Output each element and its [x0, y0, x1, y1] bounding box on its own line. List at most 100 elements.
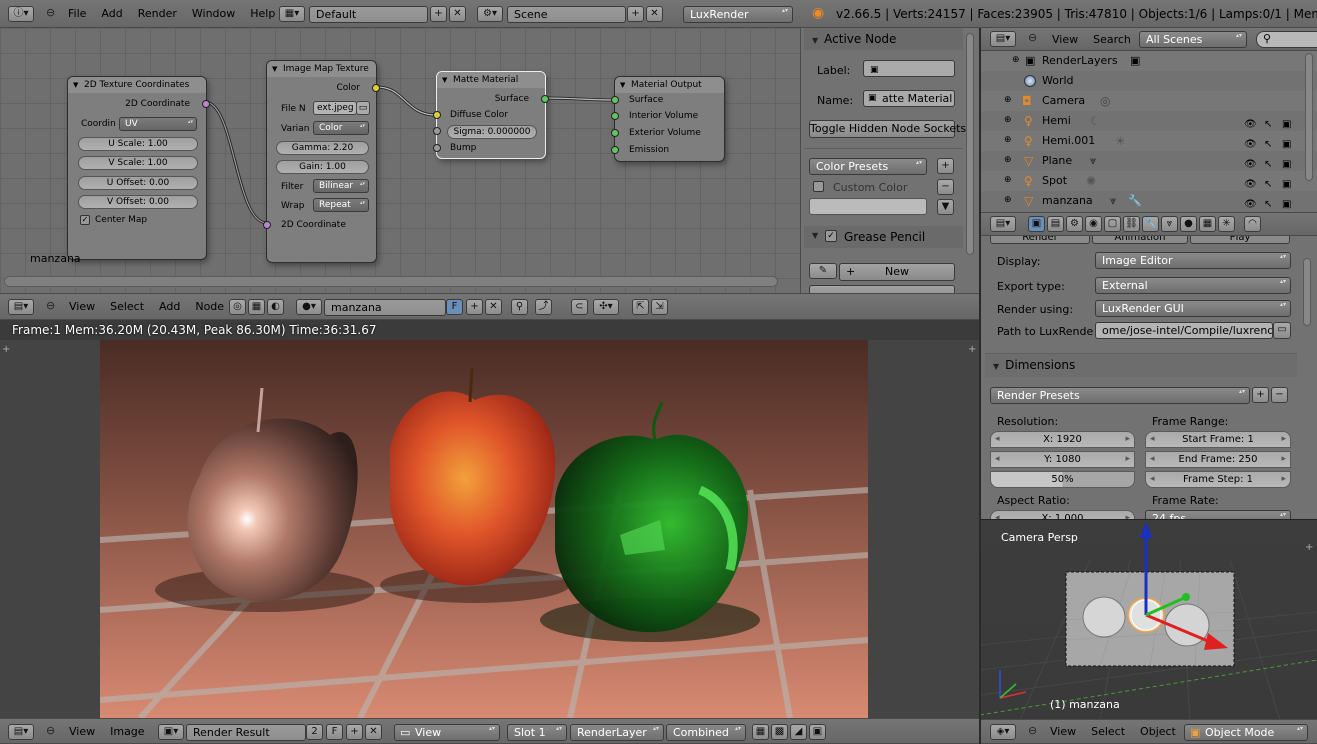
- render-presets-dropdown[interactable]: Render Presets: [990, 387, 1250, 404]
- wrap-dropdown[interactable]: Repeat: [313, 198, 369, 212]
- users-count[interactable]: 2: [306, 724, 323, 740]
- input-socket-surface[interactable]: [611, 96, 619, 104]
- scene-icon[interactable]: ⚙▾: [477, 6, 503, 22]
- select-arrow-icon[interactable]: ↖: [1264, 179, 1272, 190]
- collapse-menu-icon[interactable]: ⊖: [1028, 31, 1037, 44]
- select-arrow-icon[interactable]: ↖: [1264, 199, 1272, 210]
- region-plus-icon[interactable]: +: [968, 344, 976, 355]
- pencil-icon[interactable]: ✎: [809, 263, 837, 279]
- input-socket-interior-volume[interactable]: [611, 112, 619, 120]
- input-socket-2d-coordinate[interactable]: [263, 221, 271, 229]
- rgba-display-icon[interactable]: ▦: [752, 724, 769, 740]
- expand-icon[interactable]: ⊕: [1004, 90, 1012, 110]
- new-grease-button[interactable]: + New: [839, 263, 955, 281]
- tab-texture-icon[interactable]: ▦: [1199, 216, 1216, 232]
- fake-user-button[interactable]: F: [326, 724, 343, 740]
- select-arrow-icon[interactable]: ↖: [1264, 119, 1272, 130]
- menu-search[interactable]: Search: [1093, 33, 1131, 46]
- node-image-map-texture[interactable]: Image Map Texture Color File N ext.jpeg …: [263, 60, 380, 263]
- properties-type-icon[interactable]: ▤▾: [990, 216, 1016, 232]
- properties-scrollbar[interactable]: [1303, 258, 1311, 326]
- menu-window[interactable]: Window: [192, 7, 235, 20]
- input-socket-exterior-volume[interactable]: [611, 129, 619, 137]
- expand-icon[interactable]: ⊕: [1004, 190, 1012, 210]
- outliner-scrollbar[interactable]: [1305, 53, 1313, 181]
- expand-icon[interactable]: ⊕: [1004, 130, 1012, 150]
- collapse-menu-icon[interactable]: ⊖: [46, 299, 55, 312]
- render-using-dropdown[interactable]: LuxRender GUI: [1095, 300, 1291, 317]
- alpha-display-icon[interactable]: ▩: [771, 724, 788, 740]
- tab-constraints-icon[interactable]: ⛓: [1123, 216, 1140, 232]
- v-scale-field[interactable]: V Scale: 1.00: [78, 156, 198, 170]
- select-arrow-icon[interactable]: ↖: [1264, 159, 1272, 170]
- area-divider-vertical[interactable]: [979, 28, 981, 744]
- node-matte-material[interactable]: Matte Material Surface Diffuse Color Sig…: [433, 71, 549, 159]
- material-name-field[interactable]: manzana: [324, 299, 446, 316]
- frame-rate-dropdown[interactable]: 24 fps: [1145, 510, 1291, 519]
- texture-nodes-icon[interactable]: ▦: [248, 299, 265, 315]
- channels-icon[interactable]: ▣: [809, 724, 826, 740]
- region-plus-icon[interactable]: +: [1305, 542, 1313, 553]
- delete-screen-x-icon[interactable]: ✕: [449, 6, 466, 22]
- node-title[interactable]: Material Output: [615, 77, 724, 93]
- frame-step-field[interactable]: Frame Step: 1: [1145, 471, 1291, 488]
- visibility-eye-icon[interactable]: 👁: [1244, 119, 1257, 130]
- input-socket-diffuse-color[interactable]: [433, 111, 441, 119]
- node-title[interactable]: Matte Material: [437, 72, 545, 88]
- aspect-x-field[interactable]: X: 1.000: [990, 510, 1135, 519]
- custom-color-checkbox[interactable]: [813, 181, 824, 192]
- resolution-x-field[interactable]: X: 1920: [990, 431, 1135, 448]
- screen-layout-field[interactable]: Default: [309, 6, 428, 23]
- expand-icon[interactable]: ⊕: [1012, 51, 1020, 70]
- remove-preset-minus-icon[interactable]: −: [1271, 387, 1288, 403]
- menu-select[interactable]: Select: [1091, 725, 1125, 738]
- new-image-plus-icon[interactable]: +: [346, 724, 363, 740]
- fake-user-button[interactable]: F: [446, 299, 463, 315]
- add-preset-plus-icon[interactable]: +: [1252, 387, 1269, 403]
- output-socket-2d-coordinate[interactable]: [202, 100, 210, 108]
- collapse-arrow-icon[interactable]: ▼: [812, 231, 818, 240]
- filter-dropdown[interactable]: Bilinear: [313, 179, 369, 193]
- horizontal-scrollbar[interactable]: [4, 276, 778, 287]
- u-scale-field[interactable]: U Scale: 1.00: [78, 137, 198, 151]
- variant-dropdown[interactable]: Color: [313, 121, 369, 135]
- output-socket-surface[interactable]: [541, 95, 549, 103]
- render-camera-icon[interactable]: ▣: [1282, 199, 1291, 210]
- snap-icon[interactable]: ⊂: [571, 299, 588, 315]
- slot-dropdown[interactable]: Slot 1: [507, 724, 567, 741]
- tab-world-icon[interactable]: ◉: [1085, 216, 1102, 232]
- tab-modifiers-icon[interactable]: 🔧: [1142, 216, 1159, 232]
- menu-select[interactable]: Select: [110, 300, 144, 313]
- node-title[interactable]: 2D Texture Coordinates: [68, 77, 206, 93]
- compositing-nodes-icon[interactable]: ◐: [267, 299, 284, 315]
- render-engine-dropdown[interactable]: LuxRender: [683, 6, 793, 23]
- input-socket-bump[interactable]: [433, 144, 441, 152]
- color-swatch[interactable]: [809, 198, 927, 215]
- shader-nodes-icon[interactable]: ◎: [229, 299, 246, 315]
- node-editor-type-icon[interactable]: ▤▾: [8, 299, 34, 315]
- visibility-eye-icon[interactable]: 👁: [1244, 159, 1257, 170]
- add-preset-plus-icon[interactable]: +: [937, 158, 954, 174]
- render-button-partial[interactable]: Render: [990, 236, 1090, 244]
- sidebar-scrollbar[interactable]: [966, 33, 974, 255]
- node-2d-texture-coordinates[interactable]: 2D Texture Coordinates 2D Coordinate Coo…: [67, 76, 210, 260]
- zbuffer-display-icon[interactable]: ◢: [790, 724, 807, 740]
- add-scene-plus-icon[interactable]: +: [627, 6, 644, 22]
- v-offset-field[interactable]: V Offset: 0.00: [78, 195, 198, 209]
- center-map-checkbox[interactable]: ✓: [80, 215, 90, 225]
- paste-nodes-icon[interactable]: ⇲: [651, 299, 668, 315]
- dimensions-title[interactable]: Dimensions: [993, 358, 1075, 372]
- folder-icon[interactable]: ▭: [1273, 322, 1291, 339]
- render-camera-icon[interactable]: ▣: [1282, 139, 1291, 150]
- tab-physics-icon[interactable]: ◠: [1244, 216, 1261, 232]
- output-socket-color[interactable]: [372, 84, 380, 92]
- tab-material-icon[interactable]: ●: [1180, 216, 1197, 232]
- menu-render[interactable]: Render: [138, 7, 177, 20]
- tab-particles-icon[interactable]: ✳: [1218, 216, 1235, 232]
- gain-field[interactable]: Gain: 1.00: [276, 160, 369, 174]
- resolution-percentage-slider[interactable]: 50%: [990, 471, 1135, 488]
- tab-data-icon[interactable]: ⩔: [1161, 216, 1178, 232]
- unlink-image-x-icon[interactable]: ✕: [365, 724, 382, 740]
- menu-view[interactable]: View: [69, 725, 95, 738]
- go-parent-icon[interactable]: ⤴: [535, 299, 552, 315]
